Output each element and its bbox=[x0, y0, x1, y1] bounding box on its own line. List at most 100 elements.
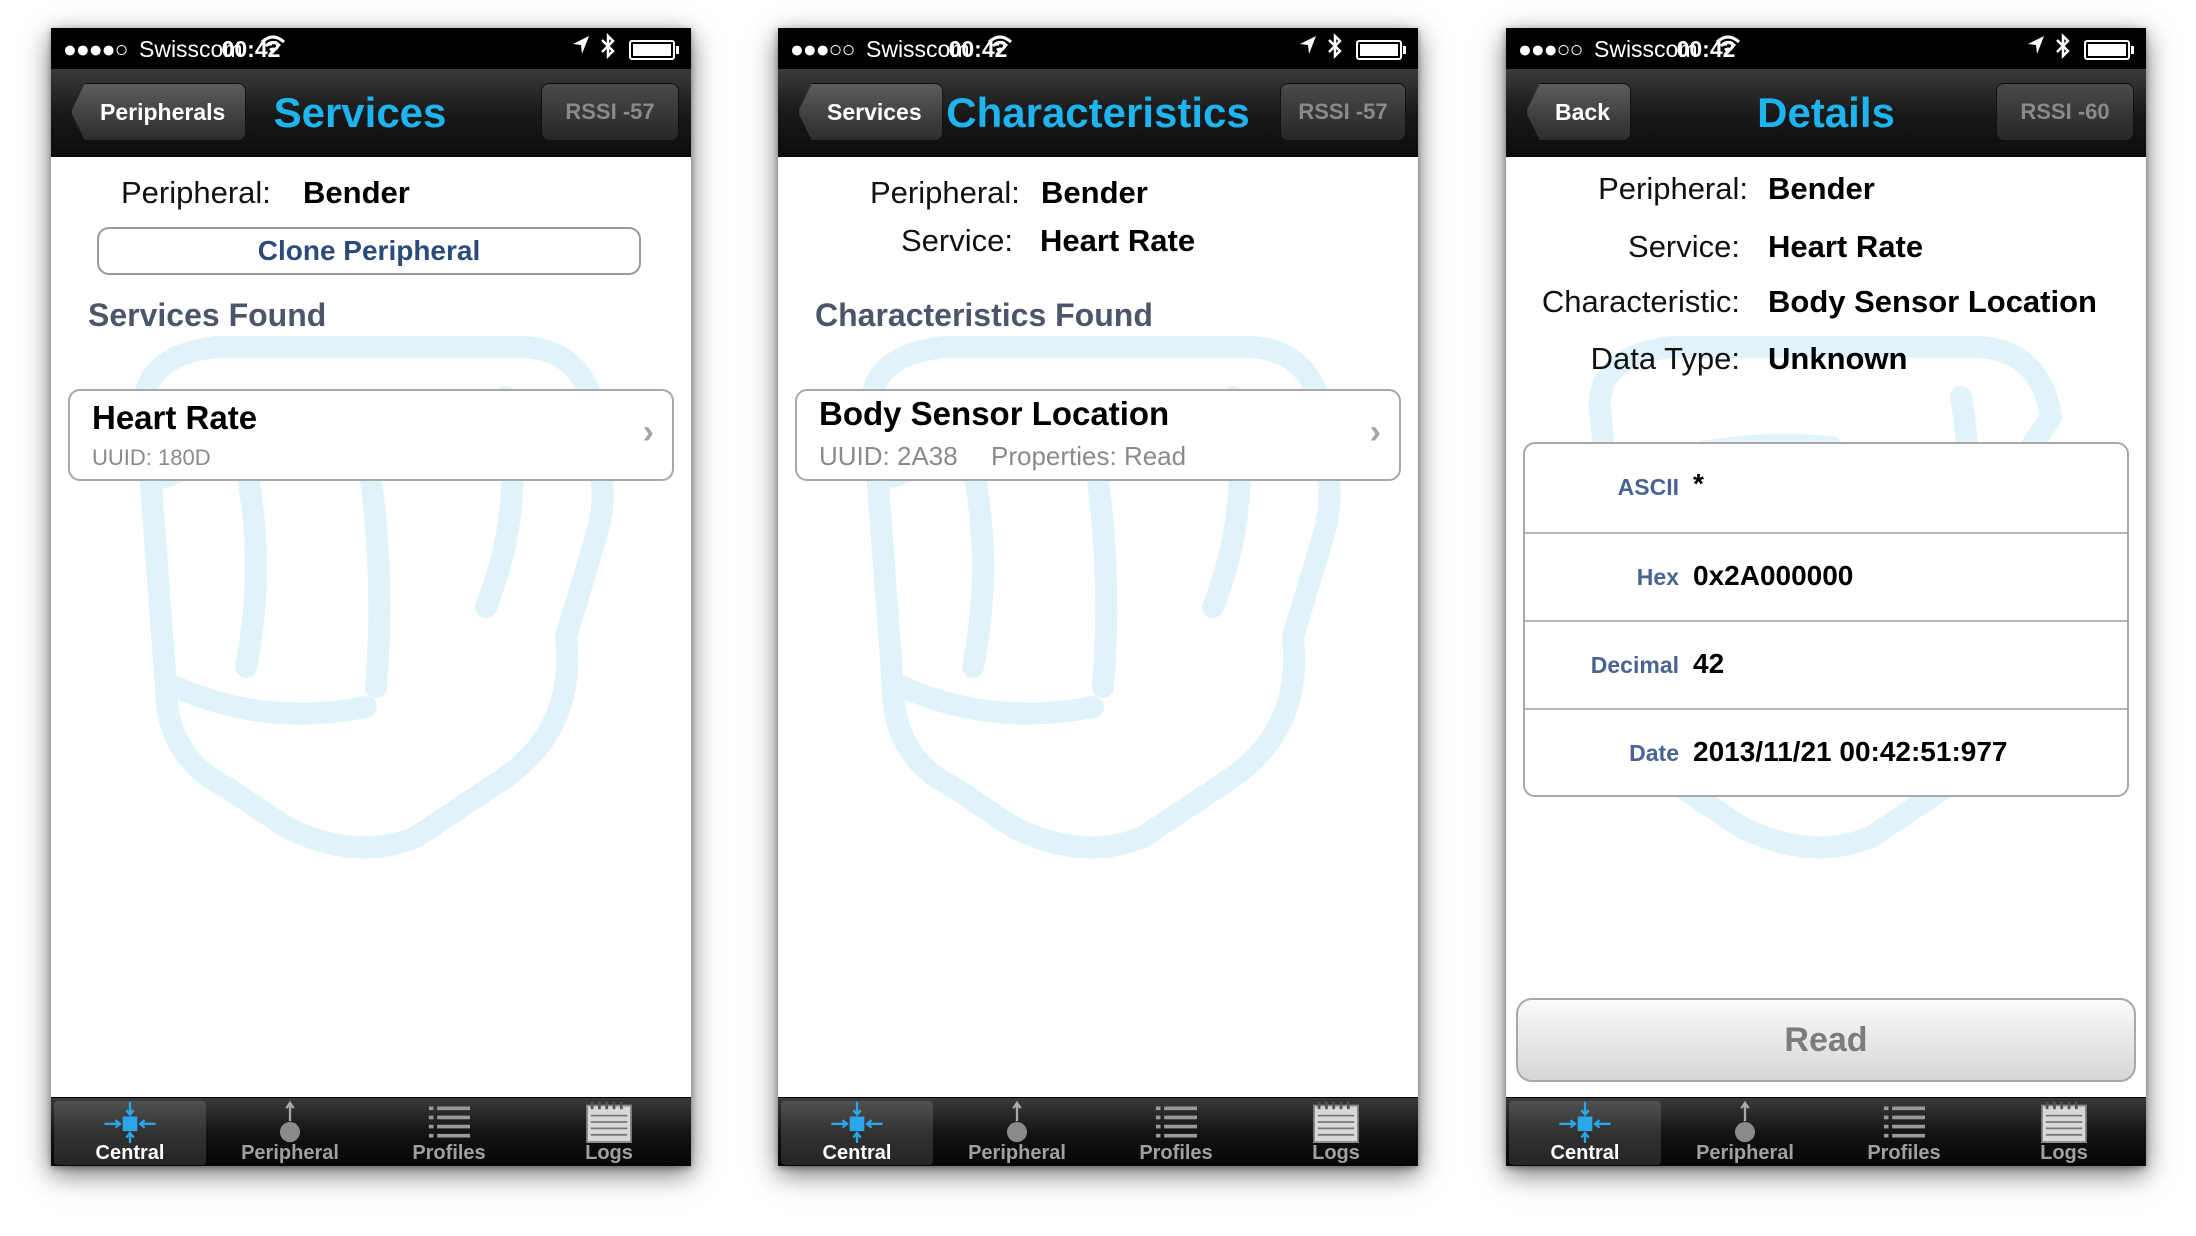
tab-profiles[interactable]: Profiles bbox=[1100, 1101, 1252, 1165]
date-value: 2013/11/21 00:42:51:977 bbox=[1693, 736, 2008, 767]
service-label: Service: bbox=[901, 223, 1013, 258]
rssi-button[interactable]: RSSI -60 bbox=[1996, 83, 2134, 141]
notepad-icon bbox=[2041, 1101, 2087, 1143]
service-name: Heart Rate bbox=[92, 399, 258, 436]
data-type-value: Unknown bbox=[1768, 341, 1908, 376]
status-time: 00:42 bbox=[221, 36, 281, 62]
tab-label: Central bbox=[95, 1142, 165, 1164]
ascii-row: ASCII * bbox=[1525, 444, 2127, 532]
characteristic-label: Characteristic: bbox=[1541, 284, 1740, 319]
peripheral-label: Peripheral: bbox=[1598, 171, 1748, 206]
characteristics-screen: ●●●○○ Swisscom 00:42 Services Characteri… bbox=[778, 28, 1418, 1166]
tab-logs[interactable]: Logs bbox=[1988, 1101, 2140, 1165]
tab-central[interactable]: Central bbox=[54, 1101, 206, 1165]
tab-label: Central bbox=[822, 1142, 892, 1164]
content-area: Peripheral: Bender Service: Heart Rate C… bbox=[1506, 157, 2146, 1097]
chevron-right-icon: › bbox=[1369, 413, 1381, 451]
peripheral-icon bbox=[279, 1101, 301, 1143]
tab-label: Peripheral bbox=[241, 1142, 339, 1164]
read-button[interactable]: Read bbox=[1516, 998, 2136, 1082]
chevron-right-icon: › bbox=[642, 413, 654, 451]
value-table: ASCII * Hex 0x2A000000 Decimal 42 Date 2… bbox=[1523, 442, 2129, 797]
tab-logs[interactable]: Logs bbox=[533, 1101, 685, 1165]
battery-icon bbox=[2084, 40, 2134, 60]
tab-label: Logs bbox=[2040, 1142, 2088, 1164]
clone-peripheral-button[interactable]: Clone Peripheral bbox=[97, 227, 641, 275]
status-bar: ●●●○○ Swisscom 00:42 bbox=[778, 28, 1418, 69]
central-arrows-icon bbox=[104, 1101, 156, 1143]
tab-label: Logs bbox=[585, 1142, 633, 1164]
hex-label: Hex bbox=[1636, 564, 1679, 590]
peripheral-label: Peripheral: bbox=[121, 175, 271, 210]
navigation-bar: Back Details RSSI -60 bbox=[1506, 69, 2146, 157]
date-row: Date 2013/11/21 00:42:51:977 bbox=[1525, 708, 2127, 796]
service-uuid: UUID: 180D bbox=[92, 445, 211, 470]
tab-label: Central bbox=[1550, 1142, 1620, 1164]
characteristic-uuid: UUID: 2A38 bbox=[819, 441, 958, 471]
peripheral-icon bbox=[1734, 1101, 1756, 1143]
status-bar: ●●●○○ Swisscom 00:42 bbox=[1506, 28, 2146, 69]
list-icon bbox=[1883, 1106, 1925, 1138]
service-value: Heart Rate bbox=[1768, 229, 1924, 264]
tab-label: Profiles bbox=[1139, 1142, 1213, 1164]
tab-label: Profiles bbox=[412, 1142, 486, 1164]
peripheral-value: Bender bbox=[1041, 175, 1148, 210]
notepad-icon bbox=[1313, 1101, 1359, 1143]
bluetooth-icon bbox=[2054, 32, 2072, 66]
service-cell-heart-rate[interactable]: Heart Rate UUID: 180D › bbox=[68, 389, 674, 481]
bluetooth-icon bbox=[1326, 32, 1344, 66]
peripheral-label: Peripheral: bbox=[870, 175, 1020, 210]
tab-central[interactable]: Central bbox=[781, 1101, 933, 1165]
tab-central[interactable]: Central bbox=[1509, 1101, 1661, 1165]
status-time: 00:42 bbox=[948, 36, 1008, 62]
content-area: Peripheral: Bender Clone Peripheral Serv… bbox=[51, 157, 691, 1097]
characteristic-cell-body-sensor-location[interactable]: Body Sensor Location UUID: 2A38 Properti… bbox=[795, 389, 1401, 481]
peripheral-value: Bender bbox=[1768, 171, 1875, 206]
rssi-button[interactable]: RSSI -57 bbox=[541, 83, 679, 141]
content-area: Peripheral: Bender Service: Heart Rate C… bbox=[778, 157, 1418, 1097]
characteristics-found-heading: Characteristics Found bbox=[815, 297, 1153, 333]
decimal-row: Decimal 42 bbox=[1525, 620, 2127, 708]
tab-logs[interactable]: Logs bbox=[1260, 1101, 1412, 1165]
battery-icon bbox=[1356, 40, 1406, 60]
service-value: Heart Rate bbox=[1040, 223, 1196, 258]
tab-bar: Central Peripheral Profiles Logs bbox=[1506, 1097, 2146, 1166]
hex-row: Hex 0x2A000000 bbox=[1525, 532, 2127, 620]
tab-profiles[interactable]: Profiles bbox=[1828, 1101, 1980, 1165]
ascii-label: ASCII bbox=[1617, 474, 1679, 500]
date-label: Date bbox=[1629, 740, 1679, 766]
tab-profiles[interactable]: Profiles bbox=[373, 1101, 525, 1165]
peripheral-value: Bender bbox=[303, 175, 410, 210]
status-time: 00:42 bbox=[1676, 36, 1736, 62]
ascii-value: * bbox=[1693, 468, 1704, 499]
hex-value: 0x2A000000 bbox=[1693, 560, 1854, 591]
status-bar: ●●●●○ Swisscom 00:42 bbox=[51, 28, 691, 69]
tab-peripheral[interactable]: Peripheral bbox=[941, 1101, 1093, 1165]
characteristic-value: Body Sensor Location bbox=[1768, 284, 2097, 319]
navigation-bar: Services Characteristics RSSI -57 bbox=[778, 69, 1418, 157]
rssi-button[interactable]: RSSI -57 bbox=[1280, 83, 1406, 141]
tab-label: Peripheral bbox=[1696, 1142, 1794, 1164]
location-arrow-icon bbox=[2026, 34, 2046, 62]
service-label: Service: bbox=[1628, 229, 1740, 264]
tab-label: Logs bbox=[1312, 1142, 1360, 1164]
services-found-heading: Services Found bbox=[88, 297, 327, 333]
central-arrows-icon bbox=[831, 1101, 883, 1143]
decimal-value: 42 bbox=[1693, 648, 1725, 679]
tab-bar: Central Peripheral Profiles Logs bbox=[51, 1097, 691, 1166]
services-screen: ●●●●○ Swisscom 00:42 Peripherals Service… bbox=[51, 28, 691, 1166]
details-screen: ●●●○○ Swisscom 00:42 Back Details RSSI -… bbox=[1506, 28, 2146, 1166]
battery-icon bbox=[629, 40, 679, 60]
tab-bar: Central Peripheral Profiles Logs bbox=[778, 1097, 1418, 1166]
tab-peripheral[interactable]: Peripheral bbox=[1669, 1101, 1821, 1165]
location-arrow-icon bbox=[1298, 34, 1318, 62]
data-type-label: Data Type: bbox=[1590, 341, 1740, 376]
list-icon bbox=[428, 1106, 470, 1138]
list-icon bbox=[1155, 1106, 1197, 1138]
bluetooth-icon bbox=[599, 32, 617, 66]
peripheral-icon bbox=[1006, 1101, 1028, 1143]
tab-peripheral[interactable]: Peripheral bbox=[214, 1101, 366, 1165]
characteristic-name: Body Sensor Location bbox=[819, 395, 1170, 432]
tab-label: Profiles bbox=[1867, 1142, 1941, 1164]
notepad-icon bbox=[586, 1101, 632, 1143]
